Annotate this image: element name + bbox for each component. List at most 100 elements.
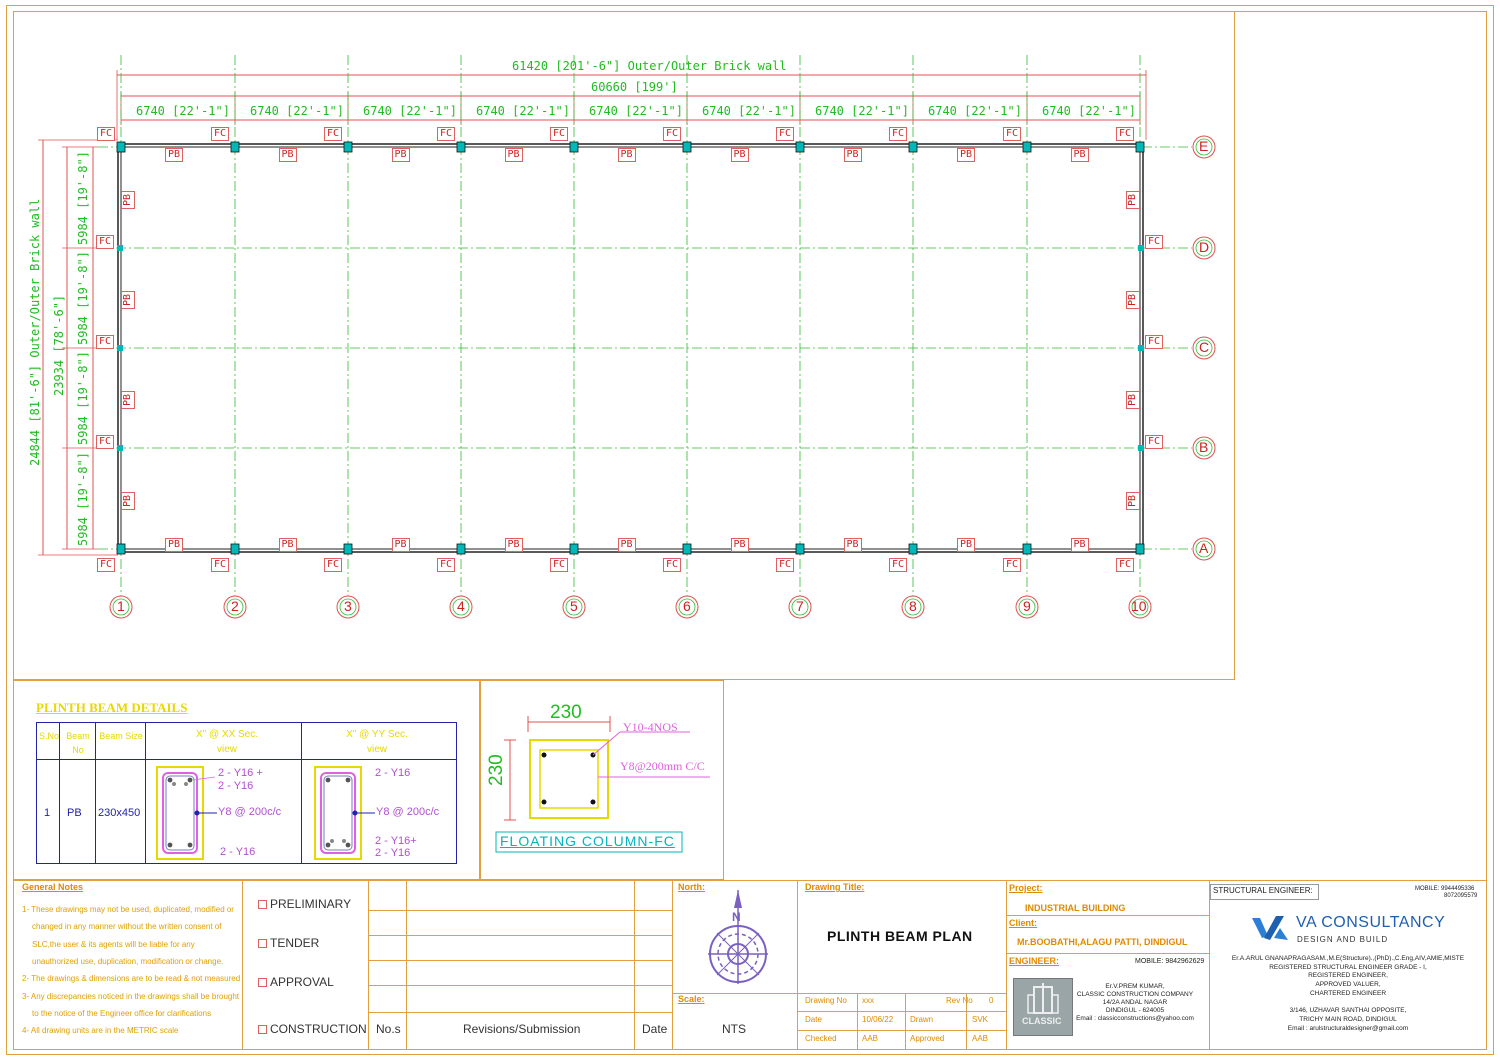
- pb-tag: PB: [278, 538, 297, 552]
- row-grid-label: E: [1199, 138, 1209, 154]
- se-mobile-2: 8072095579: [1444, 893, 1478, 899]
- fc-tag: FC: [1145, 335, 1164, 349]
- general-note-line: 4- All drawing units are in the METRIC s…: [22, 1026, 179, 1036]
- column-grid-label: 8: [909, 598, 917, 614]
- row-bay-label: 5984 [19'-8"]: [76, 451, 90, 546]
- floating-column: [456, 141, 466, 153]
- pb-tag: PB: [121, 190, 135, 209]
- plinth-details-table: S.No Beam No Beam Size X" @ XX Sec. view…: [36, 722, 457, 864]
- grid-length-label: 60660 [199']: [591, 80, 678, 94]
- pb-tag: PB: [121, 491, 135, 510]
- floating-column: [1138, 345, 1144, 351]
- approved-value: AAB: [972, 1034, 989, 1043]
- checkbox-icon[interactable]: [258, 900, 267, 910]
- floating-column: [908, 141, 918, 153]
- pb-tag: PB: [278, 148, 297, 162]
- revision-no-header: No.s: [376, 1022, 401, 1036]
- fc-main-bars: Y10-4NOS: [623, 720, 678, 734]
- floating-column: [1138, 245, 1144, 251]
- floating-column: [569, 141, 579, 153]
- structural-engineer-detail-line: Email : arulstructuraldesigner@gmail.com: [1287, 1024, 1409, 1032]
- checkbox-icon[interactable]: [258, 978, 267, 988]
- fc-tag: FC: [1003, 127, 1022, 141]
- stage-tender[interactable]: TENDER: [258, 936, 319, 950]
- pb-tag: PB: [165, 148, 184, 162]
- pb-tag: PB: [843, 148, 862, 162]
- row-bay-label: 5984 [19'-8"]: [76, 251, 90, 345]
- sec-yy-stirrup: Y8 @ 200c/c: [376, 806, 440, 818]
- floating-column: [117, 245, 123, 251]
- bay-length-label: 6740 [22'-1"]: [250, 104, 344, 118]
- fc-tag: FC: [776, 558, 795, 572]
- stage-construction[interactable]: CONSTRUCTION: [258, 1022, 367, 1036]
- bay-length-label: 6740 [22'-1"]: [928, 104, 1022, 118]
- bay-length-label: 6740 [22'-1"]: [815, 104, 909, 118]
- column-grid-label: 6: [683, 598, 691, 614]
- fc-depth-dim: 230: [486, 754, 507, 786]
- fc-tag: FC: [211, 127, 230, 141]
- pb-tag: PB: [504, 538, 523, 552]
- bay-length-label: 6740 [22'-1"]: [363, 104, 457, 118]
- pb-tag: PB: [730, 148, 749, 162]
- row-grid-label: A: [1199, 540, 1209, 556]
- classic-logo: CLASSIC: [1013, 978, 1073, 1036]
- stage-preliminary[interactable]: PRELIMINARY: [258, 897, 351, 911]
- floating-column: [1135, 141, 1145, 153]
- general-note-line: changed in any manner without the writte…: [32, 922, 222, 932]
- row-beam-no: PB: [67, 807, 82, 819]
- sec-yy-bottom: 2 - Y16+: [375, 835, 417, 847]
- checkbox-icon[interactable]: [258, 939, 267, 949]
- row-sno: 1: [44, 807, 51, 819]
- floating-column: [117, 345, 123, 351]
- plan-dimensions: [38, 70, 1147, 556]
- general-note-line: to the notice of the Engineer office for…: [32, 1008, 212, 1018]
- pb-tag: PB: [121, 390, 135, 409]
- fc-tag: FC: [97, 127, 116, 141]
- pb-tag: PB: [730, 538, 749, 552]
- header-sec-yy: X" @ YY Sec. view: [346, 729, 408, 755]
- pb-tag: PB: [1126, 290, 1140, 309]
- stage-approval[interactable]: APPROVAL: [258, 975, 334, 989]
- fc-tag: FC: [96, 335, 115, 349]
- fc-tag: FC: [324, 127, 343, 141]
- column-grid-label: 10: [1131, 598, 1147, 614]
- structural-engineer-detail-line: REGISTERED ENGINEER,: [1308, 972, 1388, 980]
- va-logo-icon: [1252, 916, 1288, 940]
- engineer-detail-line: Er.V.PREM KUMAR,: [1105, 983, 1165, 990]
- engineer-mobile: MOBILE: 9842962629: [1135, 958, 1205, 965]
- column-grid-label: 3: [344, 598, 352, 614]
- floating-column: [230, 141, 240, 153]
- fc-tag: FC: [1145, 235, 1164, 249]
- drawing-no-label: Drawing No: [805, 996, 847, 1005]
- pb-tag: PB: [504, 148, 523, 162]
- client-label: Client:: [1009, 918, 1037, 928]
- scale-value: NTS: [722, 1022, 746, 1036]
- fc-tag: FC: [437, 558, 456, 572]
- rev-no-value: 0: [989, 996, 994, 1005]
- sec-yy-top: 2 - Y16: [375, 767, 411, 779]
- client-value: Mr.BOOBATHI,ALAGU PATTI, DINDIGUL: [1017, 937, 1188, 947]
- structural-engineer-detail-line: REGISTERED STRUCTURAL ENGINEER GRADE - I…: [1269, 963, 1427, 971]
- row-grid-label: C: [1199, 339, 1210, 355]
- drawing-title-label: Drawing Title:: [805, 882, 865, 892]
- checked-value: AAB: [862, 1034, 879, 1043]
- fc-tag: FC: [324, 558, 343, 572]
- floating-column: [117, 445, 123, 451]
- north-arrow-icon: [708, 890, 768, 984]
- project-value: INDUSTRIAL BUILDING: [1025, 903, 1126, 913]
- checkbox-icon[interactable]: [258, 1025, 267, 1035]
- date-label: Date: [805, 1015, 822, 1024]
- pb-tag: PB: [1126, 491, 1140, 510]
- pb-tag: PB: [391, 538, 410, 552]
- fc-tag: FC: [211, 558, 230, 572]
- fc-title: FLOATING COLUMN-FC: [500, 833, 675, 849]
- row-bay-label: 5984 [19'-8"]: [76, 351, 90, 445]
- revision-header: Revisions/Submission: [463, 1022, 581, 1036]
- plan-grid-lines: [98, 55, 1216, 619]
- column-grid-label: 2: [231, 598, 239, 614]
- pb-tag: PB: [843, 538, 862, 552]
- column-grid-label: 7: [796, 598, 804, 614]
- row-grid-label: D: [1199, 239, 1210, 255]
- floating-column: [456, 543, 466, 555]
- scale-label: Scale:: [678, 994, 705, 1004]
